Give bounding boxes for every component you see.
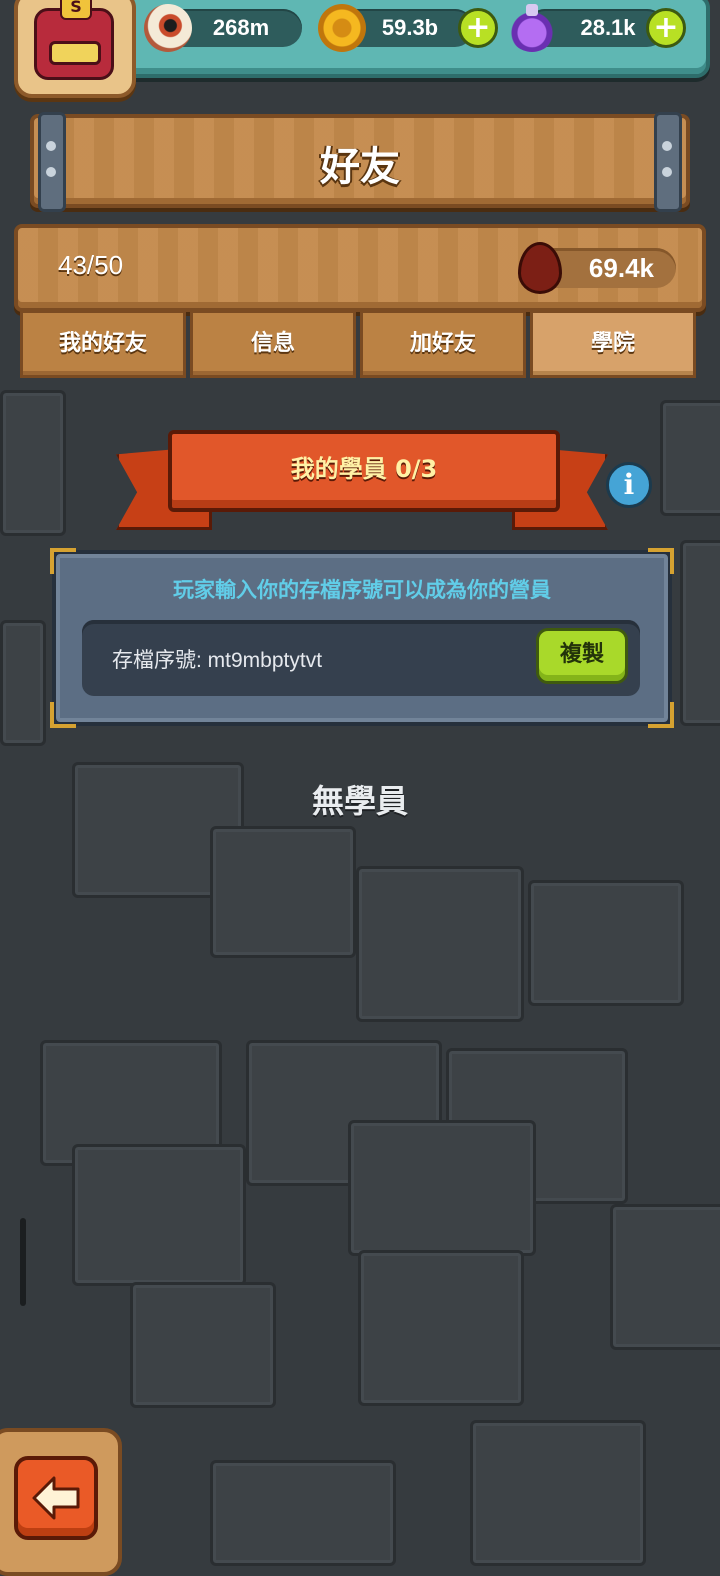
tab-academy[interactable]: 學院 — [530, 310, 696, 378]
plus-icon: + — [465, 10, 491, 45]
resource-bar: 268m 59.3b + 28.1k + — [118, 0, 710, 78]
corner-decoration — [50, 702, 76, 728]
empty-students-message: 無學員 — [311, 782, 408, 820]
corner-decoration — [648, 548, 674, 574]
tab-my-friends[interactable]: 我的好友 — [20, 310, 186, 378]
save-code-box: 存檔序號: mt9mbptytvt 複製 — [82, 620, 640, 696]
back-arrow-icon — [32, 1476, 80, 1520]
corner-decoration — [50, 548, 76, 574]
page-title: 好友 — [320, 144, 400, 190]
add-coins-button[interactable]: + — [458, 8, 498, 48]
player-avatar[interactable]: S — [14, 0, 136, 98]
back-button[interactable] — [14, 1456, 98, 1540]
save-code-text: 存檔序號: mt9mbptytvt — [112, 649, 323, 672]
save-code-panel: 玩家輸入你的存檔序號可以成為你的營員 存檔序號: mt9mbptytvt 複製 — [50, 548, 674, 728]
title-board: 好友 — [30, 112, 690, 212]
info-button[interactable]: i — [606, 462, 652, 508]
blood-value: 69.4k — [588, 253, 654, 283]
coins-value: 59.3b — [381, 15, 439, 40]
avatar-badge: S — [60, 0, 92, 20]
plus-icon: + — [653, 10, 679, 45]
corner-decoration — [648, 702, 674, 728]
students-ribbon-title: 我的學員 0/3 — [168, 430, 560, 512]
potion-icon — [508, 4, 556, 52]
stats-board: 43/50 69.4k — [14, 224, 706, 312]
tab-add-friend[interactable]: 加好友 — [360, 310, 526, 378]
eyeball-icon — [144, 4, 192, 52]
scrollbar[interactable] — [20, 1218, 26, 1306]
friend-count: 43/50 — [58, 250, 124, 280]
potions-value: 28.1k — [580, 15, 636, 40]
coin-icon — [318, 4, 366, 52]
tab-messages[interactable]: 信息 — [190, 310, 356, 378]
eyes-value: 268m — [212, 15, 270, 40]
info-icon: i — [623, 468, 635, 501]
copy-button[interactable]: 複製 — [536, 628, 628, 684]
panel-hint-text: 玩家輸入你的存檔序號可以成為你的營員 — [173, 578, 551, 602]
add-potions-button[interactable]: + — [646, 8, 686, 48]
